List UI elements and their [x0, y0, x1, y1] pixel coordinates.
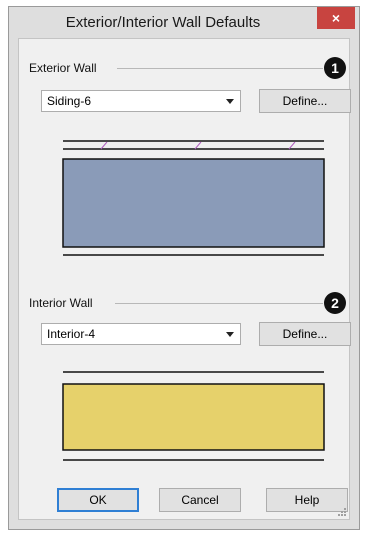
exterior-wall-preview [62, 140, 325, 256]
siding-hatch-mark [100, 141, 108, 150]
ok-button[interactable]: OK [57, 488, 139, 512]
interior-define-button[interactable]: Define... [259, 322, 351, 346]
callout-badge-2: 2 [324, 292, 346, 314]
exterior-wall-fill [62, 158, 325, 248]
interior-wall-preview [62, 371, 325, 461]
exterior-wall-type-select[interactable]: Siding-6 [41, 90, 241, 112]
siding-hatch-mark [194, 141, 202, 150]
interior-group-divider [115, 303, 323, 304]
callout-badge-1: 1 [324, 57, 346, 79]
interior-wall-type-value: Interior-4 [47, 327, 96, 341]
cancel-button[interactable]: Cancel [159, 488, 241, 512]
exterior-define-button[interactable]: Define... [259, 89, 351, 113]
close-icon: × [331, 10, 341, 26]
chevron-down-icon [226, 332, 234, 337]
resize-grip-icon[interactable] [336, 506, 346, 516]
dialog-window: Exterior/Interior Wall Defaults × Exteri… [8, 6, 360, 530]
window-title: Exterior/Interior Wall Defaults [65, 14, 261, 31]
interior-wall-label: Interior Wall [29, 296, 97, 310]
exterior-group-divider [117, 68, 323, 69]
exterior-wall-label: Exterior Wall [29, 61, 101, 75]
siding-hatch-mark [288, 141, 296, 150]
dialog-client-area: Exterior Wall 1 Siding-6 Define... Inter… [18, 38, 351, 520]
title-bar[interactable]: Exterior/Interior Wall Defaults × [9, 7, 359, 37]
exterior-wall-type-value: Siding-6 [47, 94, 92, 108]
interior-wall-fill [62, 383, 325, 451]
chevron-down-icon [226, 99, 234, 104]
interior-wall-type-select[interactable]: Interior-4 [41, 323, 241, 345]
close-button[interactable]: × [317, 7, 355, 29]
